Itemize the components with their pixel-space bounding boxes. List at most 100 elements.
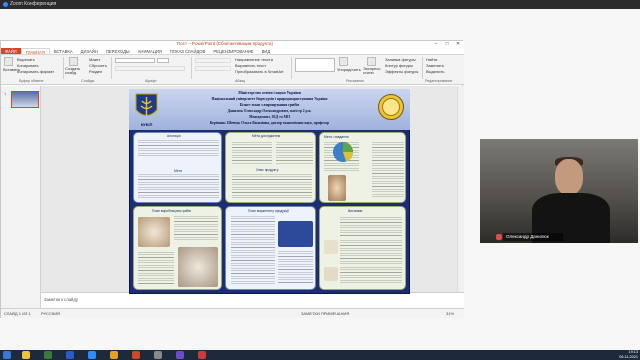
tab-home[interactable]: ГЛАВНАЯ bbox=[20, 48, 50, 55]
clock-date: 06.11.2021 bbox=[619, 354, 638, 359]
paragraph-align-bar[interactable] bbox=[195, 66, 231, 71]
chrome-icon[interactable] bbox=[110, 351, 118, 359]
tab-file[interactable]: ФАЙЛ bbox=[1, 48, 21, 54]
cut-button[interactable]: Вырезать bbox=[17, 57, 35, 62]
group-label-font: Шрифт bbox=[145, 79, 157, 83]
poster-panel-marketing: План маркетингу продукції bbox=[225, 206, 316, 290]
mushroom-photo bbox=[324, 240, 338, 254]
copy-button[interactable]: Копировать bbox=[17, 63, 39, 68]
poster-header-line: Міністерство освіти і науки України bbox=[238, 91, 301, 95]
align-text-button[interactable]: Выровнять текст bbox=[235, 63, 266, 68]
app-icon[interactable] bbox=[176, 351, 184, 359]
panel-title: Опис продукту bbox=[256, 168, 279, 172]
reset-button[interactable]: Сбросить bbox=[89, 63, 107, 68]
font-size-select[interactable] bbox=[157, 58, 169, 63]
start-icon[interactable] bbox=[3, 351, 11, 359]
layout-button[interactable]: Макет bbox=[89, 57, 100, 62]
notes-pane[interactable]: Заметки к слайду bbox=[41, 292, 464, 308]
replace-button[interactable]: Заменить bbox=[426, 63, 444, 68]
slide-counter: СЛАЙД 1 ИЗ 1 bbox=[4, 311, 31, 316]
notes-comments-toggle[interactable]: ЗАМЕТКИ ПРИМЕЧАНИЯ bbox=[301, 311, 349, 316]
file-explorer-icon[interactable] bbox=[22, 351, 30, 359]
format-painter-button[interactable]: Копировать формат bbox=[17, 69, 54, 74]
minimize-button[interactable]: – bbox=[431, 41, 441, 48]
panel-text bbox=[372, 142, 404, 198]
shape-effects-button[interactable]: Эффекты фигуры bbox=[385, 69, 418, 74]
panel-title: Мета bbox=[174, 169, 182, 173]
quick-styles-button[interactable]: Экспресс-стили bbox=[363, 67, 383, 75]
panel-text bbox=[340, 267, 402, 285]
select-button[interactable]: Выделить bbox=[426, 69, 444, 74]
app-icon[interactable] bbox=[154, 351, 162, 359]
poster-panel-goal: Мета дослідження Опис продукту bbox=[225, 132, 316, 203]
arrange-button[interactable]: Упорядочить bbox=[337, 67, 361, 72]
text-direction-button[interactable]: Направление текста bbox=[235, 57, 273, 62]
slide-thumbnail-preview bbox=[12, 92, 38, 107]
panel-text bbox=[138, 174, 219, 200]
panel-title: План виробництва грибів bbox=[152, 209, 191, 213]
section-button[interactable]: Раздел bbox=[89, 69, 102, 74]
poster-header-line: Бізнес-план з вирощування грибів bbox=[239, 103, 300, 107]
ribbon-tabs: ФАЙЛ ГЛАВНАЯ ВСТАВКА ДИЗАЙН ПЕРЕХОДЫ АНИ… bbox=[1, 48, 464, 55]
slide-thumbnails-pane bbox=[1, 86, 41, 308]
tab-insert[interactable]: ВСТАВКА bbox=[50, 48, 77, 54]
group-label-clipboard: Буфер обмена bbox=[19, 79, 44, 83]
divider bbox=[191, 57, 192, 79]
close-button[interactable]: ✕ bbox=[453, 41, 463, 48]
panel-text bbox=[138, 252, 174, 286]
group-label-paragraph: Абзац bbox=[235, 79, 246, 83]
shapes-gallery[interactable] bbox=[295, 58, 335, 72]
panel-text bbox=[231, 216, 275, 286]
panel-title: Висновки bbox=[348, 209, 363, 213]
poster-panel-tasks: Мета і завдання bbox=[319, 132, 406, 203]
maximize-button[interactable]: □ bbox=[442, 41, 452, 48]
divider bbox=[291, 57, 292, 79]
powerpoint-icon[interactable] bbox=[132, 351, 140, 359]
panel-text bbox=[174, 216, 218, 242]
notes-placeholder: Заметки к слайду bbox=[44, 297, 78, 302]
panel-title: Мета і завдання bbox=[324, 135, 349, 139]
new-slide-button[interactable]: Создать слайд bbox=[65, 67, 87, 75]
word-icon[interactable] bbox=[66, 351, 74, 359]
tab-transitions[interactable]: ПЕРЕХОДЫ bbox=[102, 48, 134, 54]
poster-header-line: Данилюк Олександр Олександрович, магістр… bbox=[227, 109, 312, 113]
poster-header-line: Менеджмент, ЗЕД та МП bbox=[249, 115, 290, 119]
quick-styles-icon bbox=[367, 57, 376, 66]
font-name-select[interactable] bbox=[115, 58, 155, 63]
slide-number: 1 bbox=[4, 91, 7, 96]
paragraph-list-bar[interactable] bbox=[195, 58, 231, 63]
shape-outline-button[interactable]: Контур фигуры bbox=[385, 63, 413, 68]
muted-mic-icon bbox=[496, 234, 502, 240]
panel-text bbox=[340, 240, 402, 264]
logo-label: НУБІП bbox=[140, 123, 153, 127]
font-format-bar[interactable] bbox=[115, 66, 185, 71]
find-button[interactable]: Найти bbox=[426, 57, 437, 62]
tab-review[interactable]: РЕЦЕНЗИРОВАНИЕ bbox=[209, 48, 257, 54]
language-indicator[interactable]: РУССКИЙ bbox=[41, 311, 60, 316]
poster-header: Міністерство освіти і науки України Наці… bbox=[129, 89, 410, 130]
zoom-level[interactable]: 31% bbox=[446, 311, 454, 316]
vertical-scrollbar[interactable] bbox=[457, 86, 464, 292]
panel-text bbox=[138, 140, 219, 158]
system-clock[interactable]: 19:13 06.11.2021 bbox=[606, 350, 638, 360]
group-label-slides: Слайды bbox=[81, 79, 95, 83]
windows-taskbar bbox=[0, 350, 640, 360]
app-icon[interactable] bbox=[44, 351, 52, 359]
status-bar: СЛАЙД 1 ИЗ 1 РУССКИЙ ЗАМЕТКИ ПРИМЕЧАНИЯ … bbox=[1, 308, 464, 318]
shape-fill-button[interactable]: Заливка фигуры bbox=[385, 57, 416, 62]
tab-design[interactable]: ДИЗАЙН bbox=[77, 48, 102, 54]
group-label-editing: Редактирование bbox=[425, 79, 453, 83]
tab-slideshow[interactable]: ПОКАЗ СЛАЙДОВ bbox=[166, 48, 209, 54]
panel-text bbox=[340, 217, 402, 237]
seal-inner bbox=[382, 98, 400, 116]
university-logo-icon bbox=[135, 93, 158, 116]
app-icon[interactable] bbox=[198, 351, 206, 359]
mushroom-photo bbox=[138, 217, 170, 247]
poster-panel-production: План виробництва грибів bbox=[133, 206, 222, 290]
data-table bbox=[278, 221, 313, 247]
tab-animation[interactable]: АНИМАЦИЯ bbox=[134, 48, 166, 54]
zoom-app-icon[interactable] bbox=[88, 351, 96, 359]
smartart-button[interactable]: Преобразовать в SmartArt bbox=[235, 69, 284, 74]
tab-view[interactable]: ВИД bbox=[258, 48, 275, 54]
panel-text bbox=[278, 251, 313, 285]
